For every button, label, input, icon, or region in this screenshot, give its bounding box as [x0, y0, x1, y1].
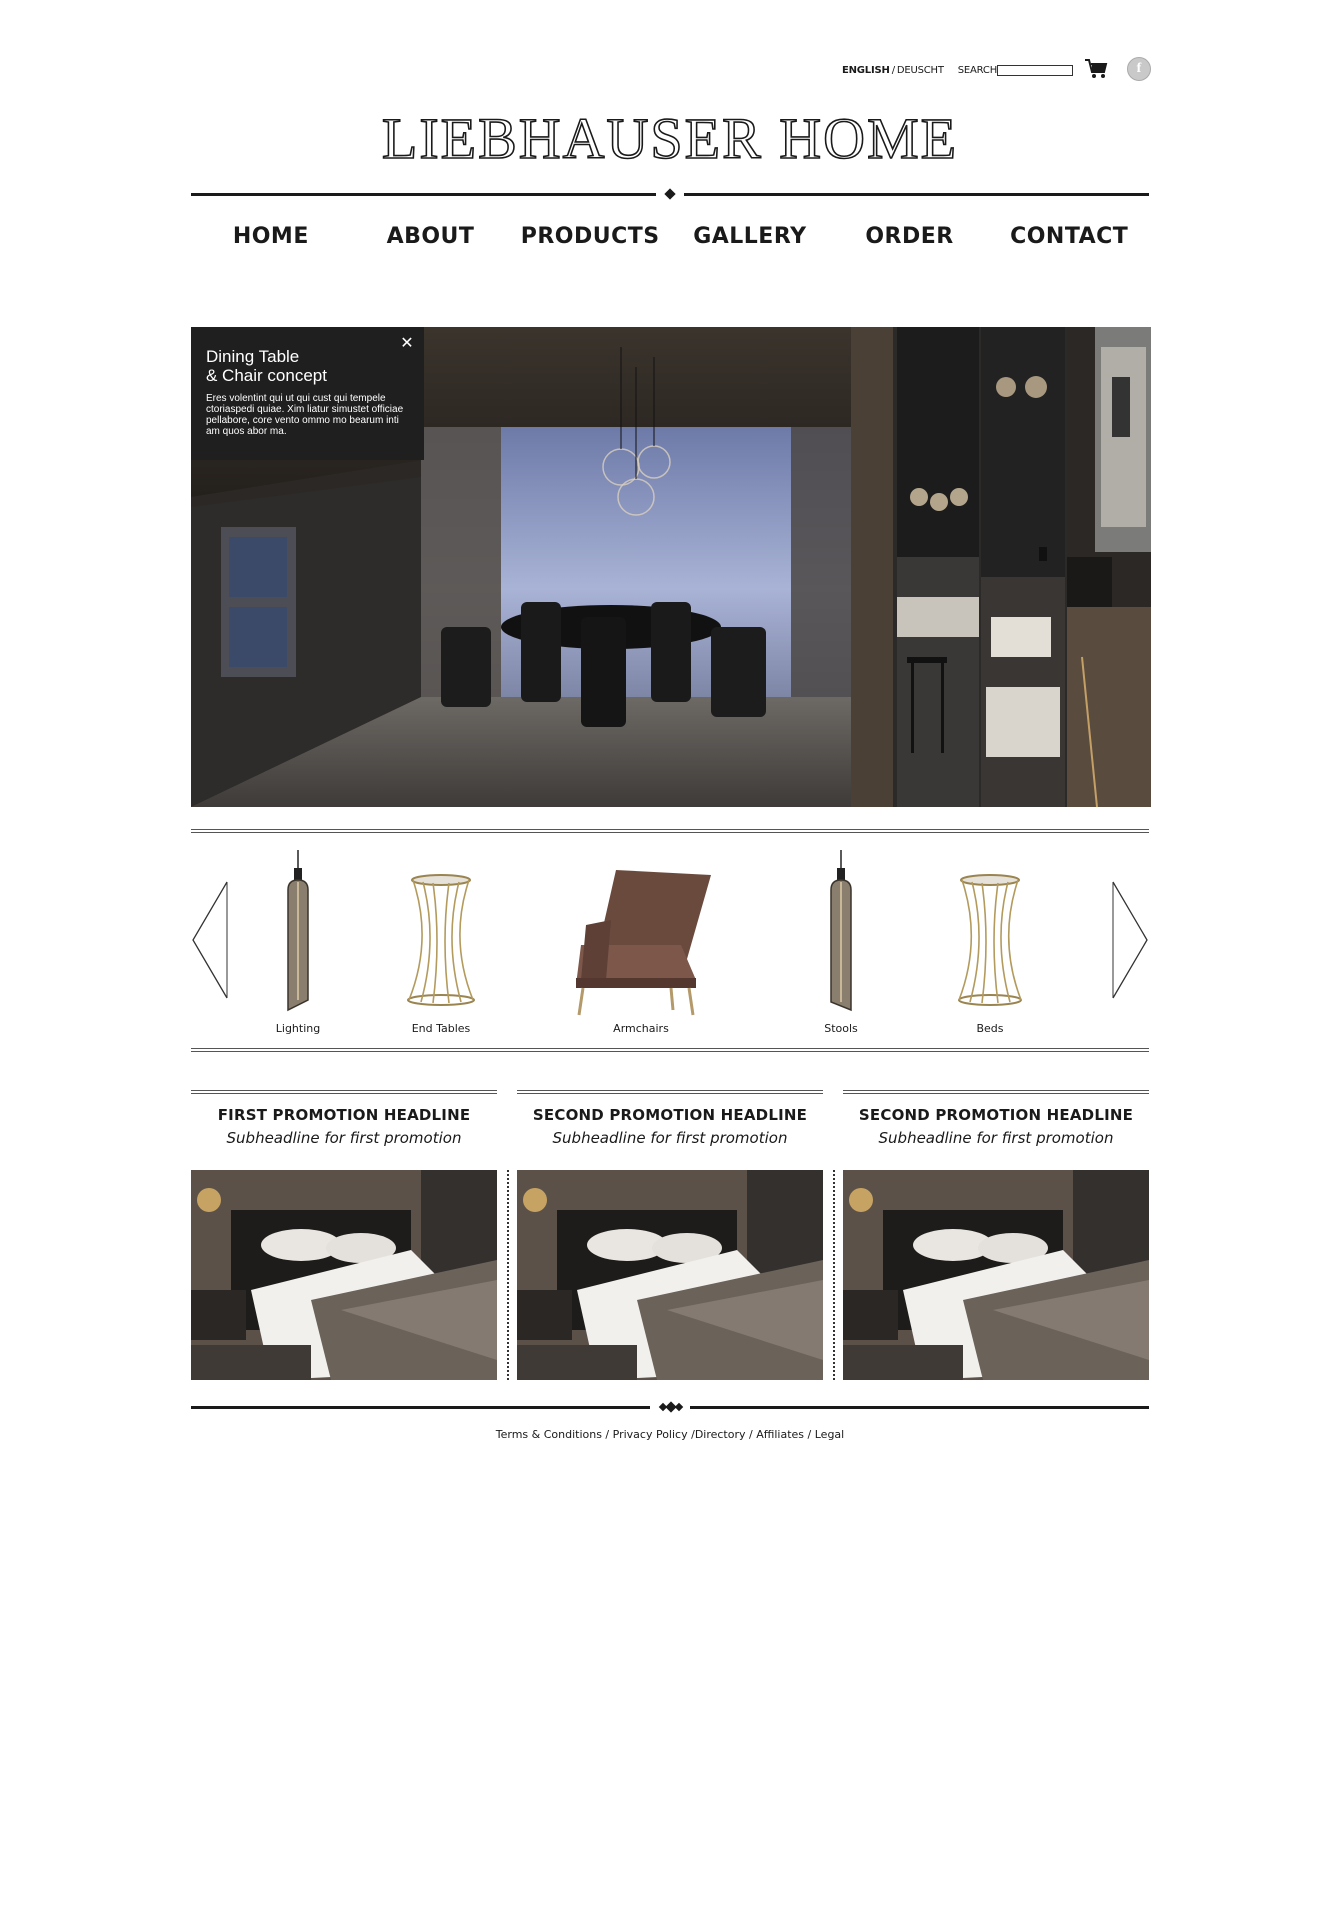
nav-gallery[interactable]: GALLERY: [670, 224, 830, 254]
carousel-top-rule: [191, 829, 1149, 833]
product-label: Beds: [976, 1022, 1004, 1035]
product-item-armchairs[interactable]: Armchairs: [561, 850, 721, 1040]
hero-thumb-bar[interactable]: [897, 327, 979, 807]
facebook-icon[interactable]: f: [1127, 57, 1151, 81]
nav-about[interactable]: ABOUT: [351, 224, 511, 254]
product-carousel: Lighting End Tables Armchairs Stools Bed…: [191, 850, 1149, 1040]
promo-subheadline: Subheadline for first promotion: [552, 1129, 788, 1147]
language-german-link[interactable]: DEUSCHT: [897, 65, 944, 76]
carousel-bottom-rule: [191, 1048, 1149, 1052]
end-table-icon: [407, 874, 475, 1006]
promo-top-rule: [191, 1090, 497, 1094]
hero-caption-title-line2: & Chair concept: [206, 366, 327, 385]
promo-headline[interactable]: FIRST PROMOTION HEADLINE: [191, 1106, 497, 1124]
chevron-left-icon[interactable]: [191, 880, 231, 1000]
footer-link-privacy[interactable]: Privacy Policy: [613, 1428, 688, 1441]
armchair-icon: [576, 870, 711, 1016]
product-item-beds[interactable]: Beds: [950, 850, 1030, 1040]
nav-order[interactable]: ORDER: [830, 224, 990, 254]
nav-contact[interactable]: CONTACT: [989, 224, 1149, 254]
hero-caption-title: Dining Table & Chair concept: [206, 347, 409, 385]
pendant-lamp-icon: [830, 850, 852, 1012]
pendant-lamp-icon: [287, 850, 309, 1012]
facebook-glyph: f: [1136, 61, 1142, 76]
product-item-lighting[interactable]: Lighting: [248, 850, 348, 1040]
footer-links: Terms & Conditions / Privacy Policy /Dir…: [0, 1428, 1340, 1441]
hero-thumb-bathroom[interactable]: [981, 327, 1065, 807]
footer-link-directory[interactable]: Directory: [695, 1428, 746, 1441]
product-label: Stools: [824, 1022, 858, 1035]
promo-image[interactable]: [843, 1170, 1149, 1380]
hero-caption: Dining Table & Chair concept Eres volent…: [191, 327, 424, 460]
nav-home[interactable]: HOME: [191, 224, 351, 254]
promo-headline[interactable]: SECOND PROMOTION HEADLINE: [517, 1106, 823, 1124]
main-nav: HOME ABOUT PRODUCTS GALLERY ORDER CONTAC…: [191, 224, 1149, 254]
promo-headline[interactable]: SECOND PROMOTION HEADLINE: [843, 1106, 1149, 1124]
search-label: SEARCH: [957, 64, 998, 76]
footer-link-legal[interactable]: Legal: [815, 1428, 844, 1441]
cart-icon[interactable]: [1084, 58, 1108, 80]
promo-card-1[interactable]: FIRST PROMOTION HEADLINE Subheadline for…: [191, 1090, 497, 1380]
hero-caption-body: Eres volentint qui ut qui cust qui tempe…: [206, 393, 404, 437]
end-table-icon: [958, 874, 1022, 1006]
promo-top-rule: [843, 1090, 1149, 1094]
footer-separator: /: [601, 1428, 613, 1441]
promo-image[interactable]: [517, 1170, 823, 1380]
footer-link-terms[interactable]: Terms & Conditions: [496, 1428, 602, 1441]
promo-divider: [507, 1170, 509, 1380]
chevron-right-icon[interactable]: [1109, 880, 1149, 1000]
footer-separator: /: [804, 1428, 815, 1441]
promo-subheadline: Subheadline for first promotion: [878, 1129, 1114, 1147]
promo-top-rule: [517, 1090, 823, 1094]
footer-link-affiliates[interactable]: Affiliates: [756, 1428, 804, 1441]
hero-slider[interactable]: Dining Table & Chair concept Eres volent…: [191, 327, 1151, 807]
nav-products[interactable]: PRODUCTS: [510, 224, 670, 254]
site-logo[interactable]: LIEBHAUSER HOME: [0, 109, 1340, 169]
close-icon[interactable]: ✕: [399, 335, 415, 351]
hero-thumb-living[interactable]: [1067, 327, 1151, 807]
hero-caption-title-line1: Dining Table: [206, 347, 300, 366]
language-english-link[interactable]: ENGLISH: [842, 65, 890, 76]
footer-separator: /: [745, 1428, 757, 1441]
product-label: Lighting: [275, 1022, 321, 1035]
promo-card-2[interactable]: SECOND PROMOTION HEADLINE Subheadline fo…: [517, 1090, 823, 1380]
footer-separator: /: [687, 1428, 695, 1441]
promo-card-3[interactable]: SECOND PROMOTION HEADLINE Subheadline fo…: [843, 1090, 1149, 1380]
promo-image[interactable]: [191, 1170, 497, 1380]
product-label: Armchairs: [613, 1022, 669, 1035]
search-input[interactable]: [997, 64, 1074, 76]
promo-divider: [833, 1170, 835, 1380]
promo-subheadline: Subheadline for first promotion: [226, 1129, 462, 1147]
utility-bar: ENGLISH / DEUSCHT SEARCH: [842, 60, 1074, 80]
product-item-end-tables[interactable]: End Tables: [391, 850, 491, 1040]
language-separator: /: [891, 64, 895, 76]
product-label: End Tables: [411, 1022, 471, 1035]
product-item-stools[interactable]: Stools: [801, 850, 881, 1040]
